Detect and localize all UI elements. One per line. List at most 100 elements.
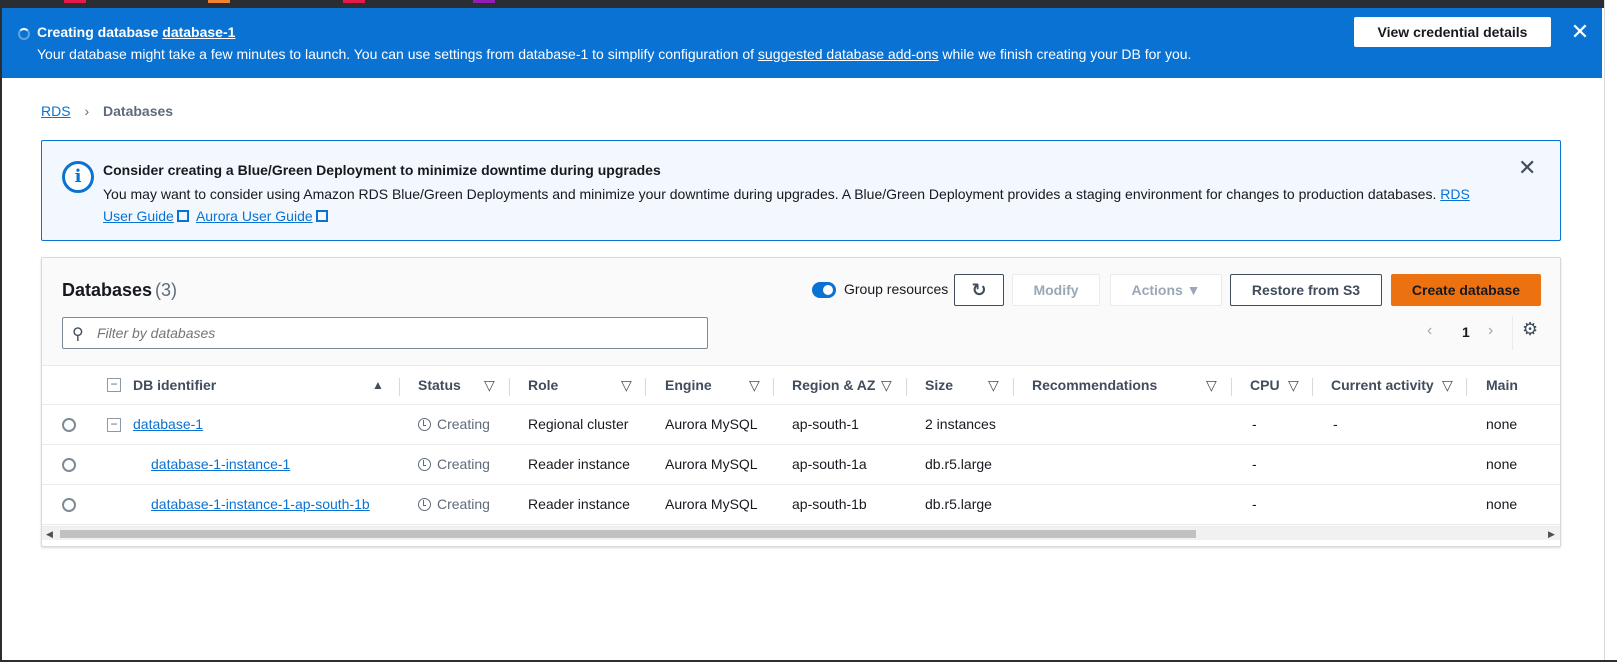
status-cell: Creating	[418, 456, 490, 472]
column-divider	[509, 378, 510, 396]
breadcrumb-current: Databases	[103, 103, 174, 119]
tab-indicator	[208, 0, 230, 3]
info-heading: Consider creating a Blue/Green Deploymen…	[103, 162, 661, 178]
tab-indicator	[473, 0, 495, 3]
breadcrumb-rds-link[interactable]: RDS	[41, 103, 71, 119]
db-identifier-link[interactable]: database-1-instance-1-ap-south-1b	[151, 496, 370, 512]
group-resources-toggle[interactable]	[812, 282, 836, 298]
column-divider	[906, 378, 907, 396]
collapse-all-icon[interactable]: −	[107, 378, 121, 392]
filter-icon[interactable]: ▽	[484, 377, 495, 394]
current-page-number[interactable]: 1	[1462, 324, 1470, 340]
view-credential-details-button[interactable]: View credential details	[1354, 17, 1551, 47]
maintenance-cell: none	[1486, 496, 1518, 512]
row-select-radio[interactable]	[62, 418, 76, 432]
suggested-addons-link[interactable]: suggested database add-ons	[758, 46, 939, 62]
status-cell: Creating	[418, 496, 490, 512]
filter-icon[interactable]: ▽	[1206, 377, 1217, 394]
column-role[interactable]: Role	[528, 377, 558, 393]
column-divider	[1231, 378, 1232, 396]
db-identifier-link[interactable]: database-1-instance-1	[151, 456, 290, 472]
filter-icon[interactable]: ▽	[749, 377, 760, 394]
column-db-identifier[interactable]: DB identifier	[133, 377, 216, 393]
actions-dropdown-button[interactable]: Actions ▼	[1110, 274, 1222, 306]
column-divider	[1013, 378, 1014, 396]
column-cpu[interactable]: CPU	[1250, 377, 1280, 393]
flash-database-link[interactable]: database-1	[162, 24, 235, 40]
filter-icon[interactable]: ▽	[1442, 377, 1453, 394]
window-top-strip	[0, 0, 1617, 8]
status-cell: Creating	[418, 416, 490, 432]
column-status[interactable]: Status	[418, 377, 461, 393]
size-cell: 2 instances	[925, 416, 996, 432]
next-page-icon[interactable]: ›	[1488, 322, 1493, 340]
filter-icon[interactable]: ▽	[621, 377, 632, 394]
sort-ascending-icon[interactable]: ▲	[372, 378, 384, 392]
filter-icon[interactable]: ▽	[988, 377, 999, 394]
column-engine[interactable]: Engine	[665, 377, 712, 393]
row-select-radio[interactable]	[62, 458, 76, 472]
table-row[interactable]: database-1-instance-1-ap-south-1b Creati…	[42, 485, 1560, 525]
databases-panel: Databases (3) Group resources ↻ Modify A…	[41, 257, 1561, 547]
create-database-button[interactable]: Create database	[1391, 274, 1541, 306]
gear-icon[interactable]: ⚙	[1522, 319, 1538, 340]
collapse-row-icon[interactable]: −	[107, 418, 121, 432]
info-icon: i	[62, 161, 94, 193]
panel-title: Databases	[62, 280, 153, 300]
column-current-activity[interactable]: Current activity	[1331, 377, 1434, 393]
refresh-button[interactable]: ↻	[954, 274, 1004, 306]
close-icon[interactable]: ✕	[1570, 21, 1590, 43]
external-link-icon	[176, 210, 189, 222]
pending-clock-icon	[418, 458, 431, 471]
close-icon[interactable]: ✕	[1518, 155, 1536, 181]
table-row[interactable]: database-1-instance-1 Creating Reader in…	[42, 445, 1560, 485]
column-divider	[1312, 378, 1313, 396]
cpu-cell: -	[1252, 496, 1257, 512]
scrollbar-thumb[interactable]	[60, 530, 1196, 538]
tab-indicator	[64, 0, 86, 3]
filter-search-box[interactable]: ⚲	[62, 317, 708, 349]
maintenance-cell: none	[1486, 456, 1518, 472]
table-row[interactable]: − database-1 Creating Regional cluster A…	[42, 405, 1560, 445]
maintenance-cell: none	[1486, 416, 1518, 432]
breadcrumb: RDS › Databases	[41, 103, 173, 119]
size-cell: db.r5.large	[925, 456, 992, 472]
filter-databases-input[interactable]	[95, 322, 695, 344]
engine-cell: Aurora MySQL	[665, 416, 758, 432]
window-scrollbar[interactable]	[1604, 0, 1617, 662]
pending-clock-icon	[418, 498, 431, 511]
role-cell: Reader instance	[528, 496, 630, 512]
engine-cell: Aurora MySQL	[665, 496, 758, 512]
pager-divider	[1512, 316, 1513, 350]
column-size[interactable]: Size	[925, 377, 953, 393]
pending-clock-icon	[418, 418, 431, 431]
database-count: (3)	[155, 280, 177, 300]
flash-message: Your database might take a few minutes t…	[37, 46, 1192, 62]
table-horizontal-scrollbar[interactable]: ◀ ▶	[42, 526, 1560, 540]
size-cell: db.r5.large	[925, 496, 992, 512]
tab-indicator	[343, 0, 365, 3]
column-maintenance[interactable]: Main	[1486, 377, 1518, 393]
row-select-radio[interactable]	[62, 498, 76, 512]
previous-page-icon[interactable]: ‹	[1427, 322, 1432, 340]
chevron-right-icon: ›	[84, 103, 90, 119]
filter-icon[interactable]: ▽	[1288, 377, 1299, 394]
info-body: You may want to consider using Amazon RD…	[103, 186, 1470, 224]
modify-button[interactable]: Modify	[1012, 274, 1100, 306]
db-identifier-link[interactable]: database-1	[133, 416, 203, 432]
scroll-right-icon[interactable]: ▶	[1548, 527, 1555, 541]
activity-cell: -	[1333, 416, 1338, 432]
window-left-edge	[0, 0, 2, 662]
scroll-left-icon[interactable]: ◀	[46, 527, 53, 541]
column-region-az[interactable]: Region & AZ	[792, 377, 875, 393]
role-cell: Regional cluster	[528, 416, 629, 432]
cpu-cell: -	[1252, 416, 1257, 432]
filter-icon[interactable]: ▽	[881, 377, 892, 394]
table-header: − DB identifier ▲ Status ▽ Role ▽ Engine…	[42, 365, 1560, 405]
column-divider	[645, 378, 646, 396]
role-cell: Reader instance	[528, 456, 630, 472]
aurora-user-guide-link[interactable]: Aurora User Guide	[196, 208, 313, 224]
external-link-icon	[315, 210, 328, 222]
column-recommendations[interactable]: Recommendations	[1032, 377, 1157, 393]
restore-from-s3-button[interactable]: Restore from S3	[1230, 274, 1382, 306]
